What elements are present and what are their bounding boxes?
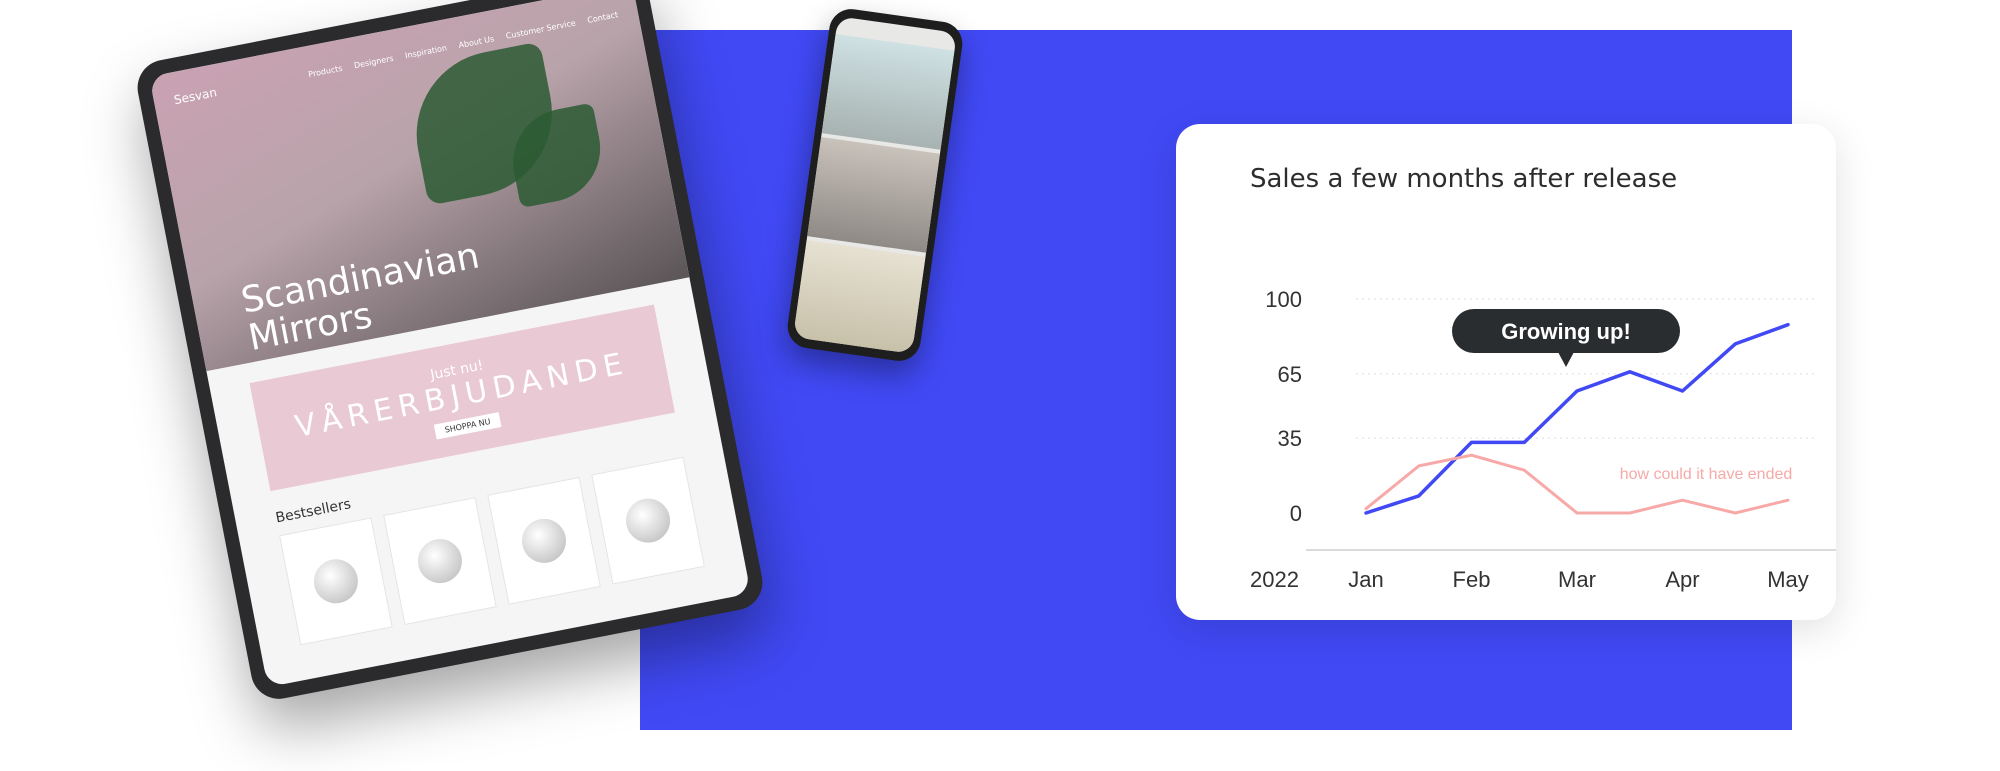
product-card[interactable]	[487, 476, 601, 605]
mirror-image	[310, 555, 362, 608]
chart-card: Sales a few months after release 0 35 65 10…	[1176, 124, 1836, 620]
product-card[interactable]	[383, 497, 497, 626]
bestsellers-heading: Bestsellers	[274, 496, 353, 527]
mirror-image	[622, 494, 674, 547]
y-tick-label: 100	[1265, 287, 1302, 312]
phone-image-block	[807, 137, 940, 253]
nav-item-designers[interactable]: Designers	[353, 53, 394, 69]
x-tick-label: Jan	[1348, 567, 1383, 592]
product-card[interactable]	[279, 517, 393, 646]
y-tick-label: 0	[1290, 501, 1302, 526]
callout-label: Growing up!	[1501, 319, 1631, 344]
y-tick-label: 65	[1278, 362, 1302, 387]
x-tick-label: Feb	[1453, 567, 1491, 592]
product-list	[279, 456, 705, 646]
phone-image-block	[793, 240, 926, 354]
mirror-image	[414, 535, 466, 587]
nav-item-inspiration[interactable]: Inspiration	[404, 43, 447, 60]
line-chart: 0 35 65 100 2022 Jan Feb Mar Apr May how could it …	[1250, 287, 1836, 592]
mirror-image	[518, 515, 570, 567]
callout-pointer	[1558, 352, 1574, 367]
x-tick-label: Apr	[1665, 567, 1699, 592]
nav-item-products[interactable]: Products	[308, 63, 344, 78]
x-tick-label: Mar	[1558, 567, 1596, 592]
nav-item-about[interactable]: About Us	[458, 34, 495, 50]
y-tick-label: 35	[1278, 426, 1302, 451]
tablet-screen: Sesvan Products Designers Inspiration Ab…	[149, 0, 751, 688]
x-axis-year-label: 2022	[1250, 567, 1299, 592]
series-label-ended: how could it have ended	[1620, 466, 1793, 483]
nav-item-contact[interactable]: Contact	[586, 10, 618, 25]
phone-image-block	[821, 34, 955, 150]
x-tick-label: May	[1767, 567, 1809, 592]
product-card[interactable]	[591, 456, 705, 585]
